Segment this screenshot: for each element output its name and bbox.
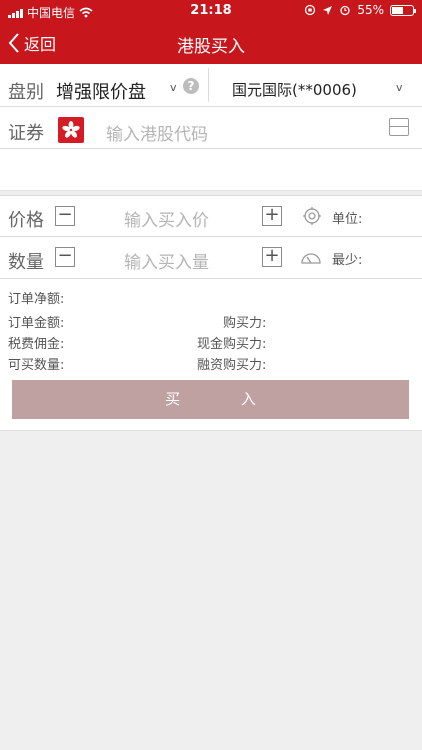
margin-power-label: 融资购买力: [197,358,267,373]
account-value: 国元国际(**0006) [232,81,357,99]
crosshair-icon[interactable] [302,206,322,226]
security-label: 证券 [8,123,44,144]
chevron-down-icon: v [170,81,177,94]
cash-power-label: 现金购买力: [197,337,267,352]
app-header: 中国电信 21:18 55% 返回 港股买入 [0,0,422,64]
price-decrease-button[interactable]: − [55,206,75,226]
quantity-increase-button[interactable]: + [262,247,282,267]
divider [208,68,209,102]
quantity-decrease-button[interactable]: − [55,247,75,267]
quantity-input[interactable]: 输入买入量 [124,248,209,273]
hk-flag-icon [58,117,84,143]
divider [0,278,422,279]
page-title: 港股买入 [177,37,245,57]
price-increase-button[interactable]: + [262,206,282,226]
buyable-quantity-label: 可买数量: [8,358,65,373]
battery-percent: 55% [357,3,384,17]
board-label: 盘别 [8,82,44,103]
location-icon [323,5,333,15]
divider [0,236,422,237]
purchasing-power-label: 购买力: [223,316,267,331]
quantity-label: 数量 [8,252,44,273]
divider [0,195,422,196]
orientation-lock-icon [305,4,316,16]
price-label: 价格 [8,210,44,231]
buy-button[interactable]: 买 入 [12,380,409,419]
nav-bar: 返回 港股买入 [0,22,422,64]
order-amount-label: 订单金额: [8,316,65,331]
fee-label: 税费佣金: [8,337,65,352]
divider [0,190,422,191]
divider [0,430,422,431]
board-value: 增强限价盘 [56,82,146,103]
gauge-icon[interactable] [300,249,322,265]
battery-icon [390,4,416,16]
help-icon[interactable]: ? [183,78,199,94]
security-input[interactable]: 输入港股代码 [106,120,208,145]
price-input[interactable]: 输入买入价 [124,206,209,231]
min-label: 最少: [332,253,363,268]
alarm-icon [340,5,350,16]
keyboard-toggle-icon[interactable] [389,118,409,136]
status-bar: 中国电信 21:18 55% [0,0,422,22]
chevron-down-icon: v [396,81,403,94]
unit-label: 单位: [332,212,363,227]
net-amount-label: 订单净额: [8,292,65,307]
divider [0,106,422,107]
divider [0,148,422,149]
